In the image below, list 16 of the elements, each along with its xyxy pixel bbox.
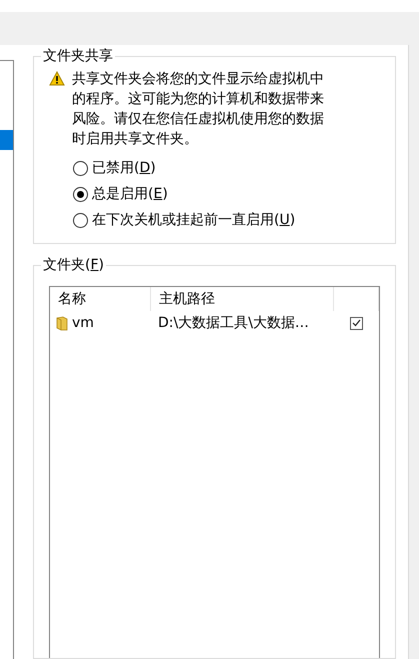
folder-name: vm <box>72 315 94 331</box>
radio-label[interactable]: 已禁用(D) <box>92 159 156 177</box>
host-path: D:\大数据工具\大数据… <box>158 314 309 332</box>
warning-text: 共享文件夹会将您的文件显示给虚拟机中的程序。这可能为您的计算机和数据带来风险。请仅在您信任虚拟机使用您的数据时启用共享文件夹。 <box>72 70 325 149</box>
group-title: 文件夹共享 <box>42 47 114 65</box>
radio-button[interactable] <box>73 212 88 228</box>
radio-label[interactable]: 总是启用(E) <box>92 185 168 203</box>
warning-icon <box>49 71 65 86</box>
folder-icon <box>56 316 68 330</box>
checkbox[interactable] <box>350 316 363 330</box>
column-header[interactable]: 主机路径 <box>151 287 334 311</box>
radio-label[interactable]: 在下次关机或挂起前一直启用(U) <box>92 211 296 229</box>
group-title: 文件夹(F) <box>43 257 104 273</box>
radio-button[interactable] <box>73 186 88 202</box>
radio-button[interactable] <box>73 160 88 176</box>
column-header[interactable]: 名称 <box>50 287 151 311</box>
